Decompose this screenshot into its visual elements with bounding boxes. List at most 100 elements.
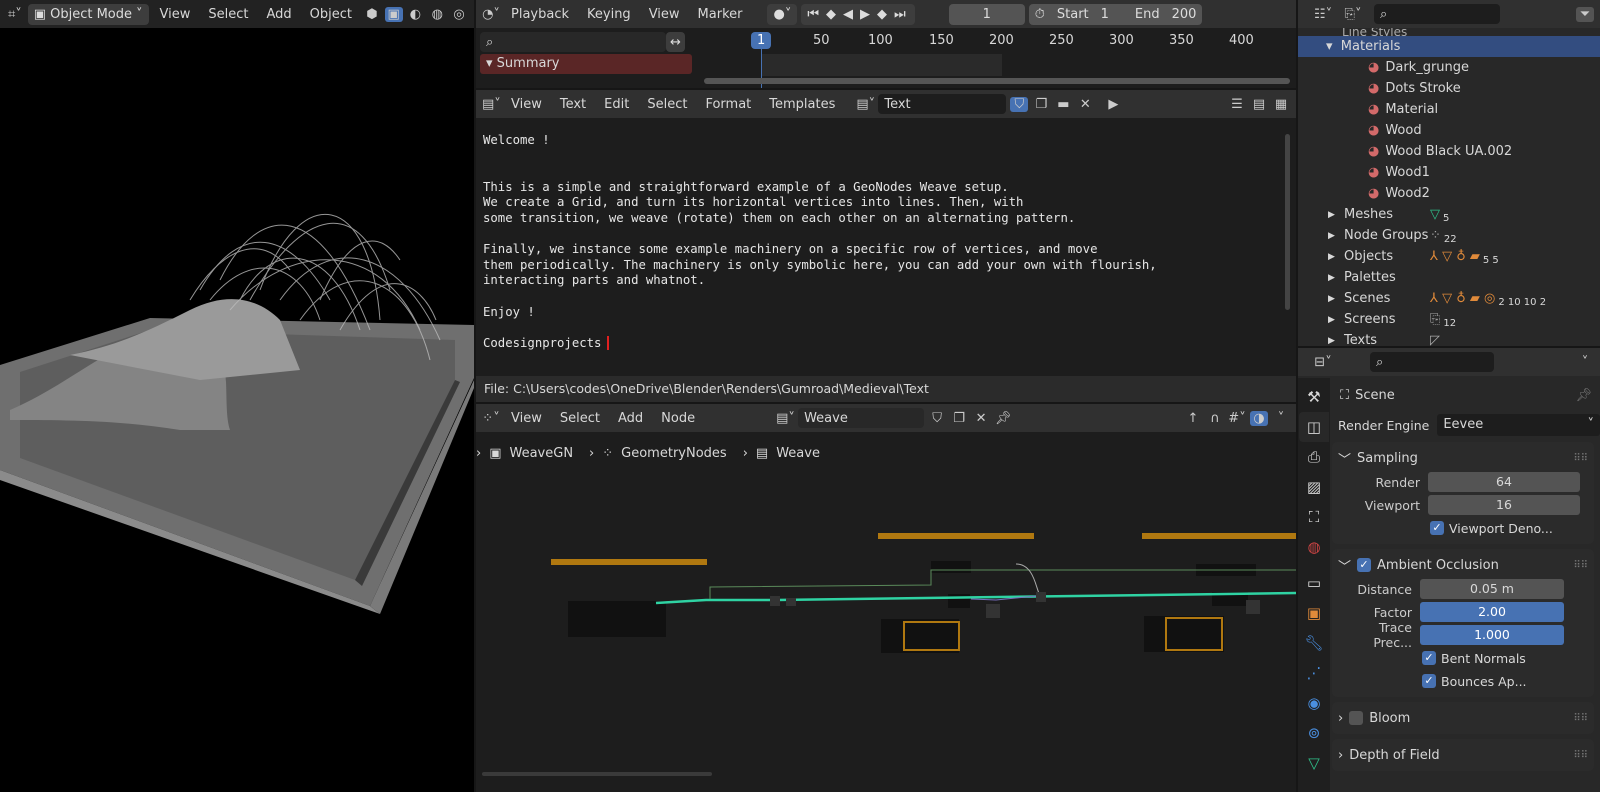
sampling-header[interactable]: ﹀ Sampling ⠿⠿ bbox=[1338, 446, 1588, 470]
drag-grip-icon[interactable]: ⠿⠿ bbox=[1573, 713, 1588, 724]
clock-editor-icon[interactable]: ◔˅ bbox=[482, 7, 500, 22]
jump-start-icon[interactable]: ⏮ bbox=[807, 7, 822, 22]
pin-icon[interactable]: 📌︎ bbox=[1575, 388, 1592, 403]
word-wrap-icon[interactable]: ▤ bbox=[1250, 97, 1268, 112]
world-tab-icon[interactable]: ◍ bbox=[1299, 532, 1329, 562]
expand-icon[interactable]: ▶ bbox=[1328, 315, 1344, 325]
menu-text[interactable]: Text bbox=[553, 94, 593, 115]
trace-precision-field[interactable]: 1.000 bbox=[1420, 625, 1564, 645]
frame-ruler[interactable]: 1 50 100 150 200 250 300 350 400 bbox=[696, 30, 1296, 52]
outliner-materials[interactable]: ▾ Materials bbox=[1298, 36, 1600, 57]
current-frame-field[interactable]: 1 bbox=[948, 3, 1025, 25]
outliner-material-item[interactable]: ◕ Material bbox=[1298, 99, 1600, 120]
duplicate-icon[interactable]: ❐ bbox=[1032, 97, 1050, 112]
record-button[interactable]: ●˅ bbox=[767, 3, 798, 25]
object-tab-icon[interactable]: ▣ bbox=[1299, 598, 1329, 628]
properties-search-input[interactable]: ⌕ bbox=[1370, 352, 1494, 372]
text-editor[interactable]: ▤˅ View Text Edit Select Format Template… bbox=[476, 90, 1296, 402]
expand-icon[interactable]: ▶ bbox=[1328, 231, 1344, 241]
bloom-checkbox[interactable] bbox=[1349, 711, 1364, 725]
outliner-category[interactable]: ▶ Palettes bbox=[1298, 267, 1600, 288]
menu-templates[interactable]: Templates bbox=[762, 94, 842, 115]
scene-tab-icon[interactable]: ⛶ bbox=[1299, 502, 1329, 532]
properties-editor[interactable]: ⊟˅ ⌕ ˅ ⚒ ◫ ⎙ ▨ ⛶ ◍ ▭ ▣ 🔧︎ ⋰ ◉ ⊚ ▽ ⛶ Scene… bbox=[1298, 348, 1600, 792]
render-samples-field[interactable]: 64 bbox=[1428, 472, 1580, 492]
outliner-material-item[interactable]: ◕ Wood bbox=[1298, 120, 1600, 141]
text-editor-type-icon[interactable]: ▤˅ bbox=[482, 97, 501, 112]
outliner[interactable]: ☷˅ ⎘˅ ⌕ ⏷ Line Styles ▾ Materials ◕ Dark_… bbox=[1298, 0, 1600, 346]
run-script-icon[interactable]: ▶ bbox=[1104, 97, 1122, 112]
bounces-checkbox[interactable]: ✓ bbox=[1422, 674, 1436, 688]
outliner-category[interactable]: ▶ Objects ⅄ ▽ ♁ ▰ 5 5 bbox=[1298, 246, 1600, 267]
expand-icon[interactable]: ▾ bbox=[1326, 39, 1333, 54]
expand-icon[interactable]: ▶ bbox=[1328, 210, 1344, 220]
drag-grip-icon[interactable]: ⠿⠿ bbox=[1573, 453, 1588, 464]
playback-controls[interactable]: ⏮ ◆ ◀ ▶ ◆ ⏭ bbox=[801, 3, 915, 25]
3d-viewport[interactable]: ⌗˅ ▣ Object Mode ˅ View Select Add Object … bbox=[0, 0, 474, 792]
expand-icon[interactable]: ▶ bbox=[1328, 336, 1344, 346]
constraints-tab-icon[interactable]: ⊚ bbox=[1299, 718, 1329, 748]
menu-format[interactable]: Format bbox=[698, 94, 758, 115]
timeline-scrollbar[interactable] bbox=[704, 78, 1290, 84]
render-tab-icon[interactable]: ◫ bbox=[1299, 412, 1329, 442]
outliner-category[interactable]: ▶ Meshes ▽ 5 bbox=[1298, 204, 1600, 225]
outliner-category[interactable]: ▶ Screens ⎘ 12 bbox=[1298, 309, 1600, 330]
outliner-partial-row[interactable]: Line Styles bbox=[1298, 28, 1600, 36]
text-browse-icon[interactable]: ▤˅ bbox=[856, 97, 875, 112]
data-tab-icon[interactable]: ▽ bbox=[1299, 748, 1329, 778]
bloom-panel[interactable]: › Bloom ⠿⠿ bbox=[1332, 702, 1594, 734]
play-reverse-icon[interactable]: ◀ bbox=[843, 7, 856, 22]
modifier-tab-icon[interactable]: 🔧︎ bbox=[1299, 628, 1329, 658]
outliner-material-item[interactable]: ◕ Wood1 bbox=[1298, 162, 1600, 183]
menu-view[interactable]: View bbox=[504, 94, 549, 115]
text-scrollbar[interactable] bbox=[1285, 134, 1290, 310]
particles-tab-icon[interactable]: ⋰ bbox=[1299, 658, 1329, 688]
outliner-search-input[interactable]: ⌕ bbox=[1374, 4, 1500, 24]
outliner-material-item[interactable]: ◕ Dark_grunge bbox=[1298, 57, 1600, 78]
fake-user-shield-icon[interactable]: ⛉ bbox=[1010, 96, 1029, 112]
display-mode-icon[interactable]: ⎘˅ bbox=[1344, 7, 1362, 22]
frame-range[interactable]: ⏱ Start 1 End 200 bbox=[1028, 3, 1203, 25]
outliner-material-item[interactable]: ◕ Wood2 bbox=[1298, 183, 1600, 204]
menu-playback[interactable]: Playback bbox=[504, 4, 576, 25]
text-name-field[interactable]: Text bbox=[878, 94, 1007, 114]
node-scrollbar[interactable] bbox=[482, 772, 712, 776]
channel-search-input[interactable]: ⌕ bbox=[480, 32, 666, 52]
jump-end-icon[interactable]: ⏭ bbox=[894, 7, 909, 22]
outliner-category[interactable]: ▶ Node Groups ⁘ 22 bbox=[1298, 225, 1600, 246]
swap-icon[interactable]: ↔ bbox=[666, 32, 685, 52]
start-value[interactable]: 1 bbox=[1101, 7, 1109, 22]
menu-keying[interactable]: Keying bbox=[580, 4, 638, 25]
output-tab-icon[interactable]: ⎙ bbox=[1299, 442, 1329, 472]
drag-grip-icon[interactable]: ⠿⠿ bbox=[1573, 560, 1588, 571]
factor-field[interactable]: 2.00 bbox=[1420, 602, 1564, 622]
ao-header[interactable]: ﹀ ✓ Ambient Occlusion ⠿⠿ bbox=[1338, 553, 1588, 577]
node-editor[interactable]: ⁘˅ View Select Add Node ▤˅ Weave ⛉ ❐ ✕ 📌… bbox=[476, 404, 1296, 792]
render-engine-select[interactable]: Eevee ˅ bbox=[1437, 414, 1600, 436]
node-graph[interactable] bbox=[476, 404, 1296, 792]
drag-grip-icon[interactable]: ⠿⠿ bbox=[1573, 750, 1588, 761]
menu-marker[interactable]: Marker bbox=[691, 4, 750, 25]
tool-tab-icon[interactable]: ⚒ bbox=[1299, 382, 1329, 412]
viewport-samples-field[interactable]: 16 bbox=[1428, 495, 1580, 515]
menu-view[interactable]: View bbox=[642, 4, 687, 25]
unlink-icon[interactable]: ✕ bbox=[1076, 97, 1094, 112]
view-layer-tab-icon[interactable]: ▨ bbox=[1299, 472, 1329, 502]
bent-normals-checkbox[interactable]: ✓ bbox=[1422, 651, 1436, 665]
options-dropdown-icon[interactable]: ˅ bbox=[1576, 355, 1594, 370]
collection-tab-icon[interactable]: ▭ bbox=[1299, 568, 1329, 598]
next-key-icon[interactable]: ◆ bbox=[877, 7, 890, 22]
properties-type-icon[interactable]: ⊟˅ bbox=[1314, 355, 1332, 370]
viewport-denoise-checkbox[interactable]: ✓ bbox=[1430, 521, 1444, 535]
timeline[interactable]: ◔˅ Playback Keying View Marker ●˅ ⏮ ◆ ◀ ▶ ◆ ⏭… bbox=[476, 0, 1296, 88]
expand-icon[interactable]: ▶ bbox=[1328, 273, 1344, 283]
outliner-material-item[interactable]: ◕ Wood Black UA.002 bbox=[1298, 141, 1600, 162]
ao-checkbox[interactable]: ✓ bbox=[1357, 558, 1372, 572]
play-icon[interactable]: ▶ bbox=[860, 7, 873, 22]
prev-key-icon[interactable]: ◆ bbox=[826, 7, 839, 22]
outliner-material-item[interactable]: ◕ Dots Stroke bbox=[1298, 78, 1600, 99]
outliner-category[interactable]: ▶ Texts ◸ bbox=[1298, 330, 1600, 346]
summary-channel[interactable]: ▾ Summary bbox=[480, 54, 692, 74]
expand-icon[interactable]: ▶ bbox=[1328, 294, 1344, 304]
expand-icon[interactable]: ▶ bbox=[1328, 252, 1344, 262]
